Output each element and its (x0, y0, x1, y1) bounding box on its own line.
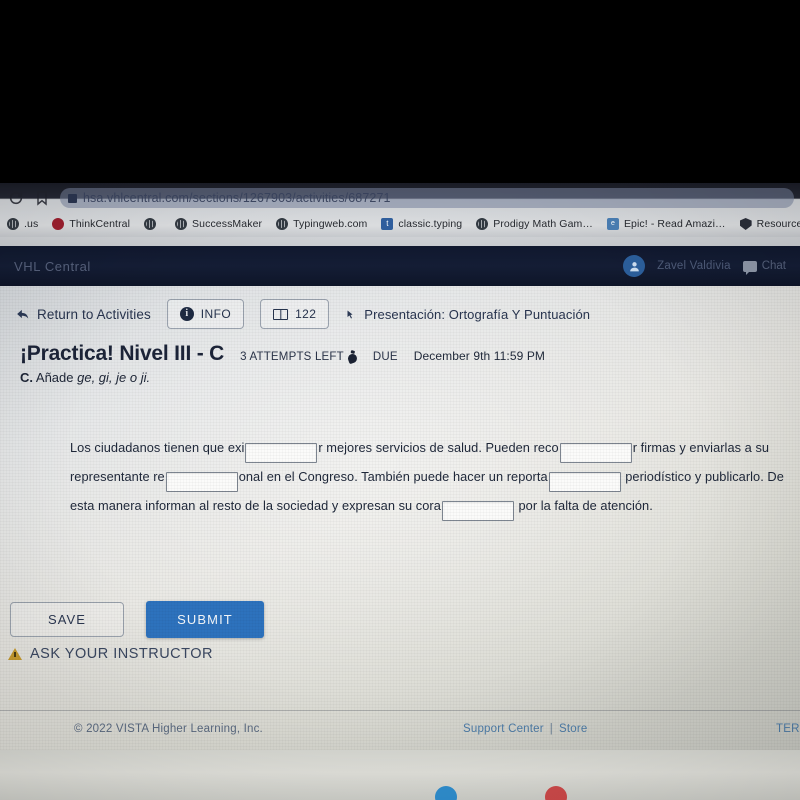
user-name[interactable]: Zavel Valdivia (657, 260, 731, 272)
instruction-text: Añade (35, 370, 74, 385)
page-content: Return to Activities i INFO 122 Presenta… (0, 286, 800, 750)
bookmark-label: Prodigy Math Gam… (493, 218, 593, 230)
chat-label: Chat (761, 260, 786, 272)
bookmark-label: SuccessMaker (192, 218, 263, 230)
bookmark-item[interactable]: Prodigy Math Gam… (469, 213, 600, 235)
footer-links: Support Center | Store (463, 723, 587, 735)
bookmark-label: ThinkCentral (69, 218, 131, 230)
address-bar[interactable]: hsa.vhlcentral.com/sections/1267903/acti… (60, 188, 794, 208)
blank-4[interactable] (548, 472, 621, 492)
red-dot-icon (52, 218, 65, 230)
reload-icon[interactable] (8, 190, 24, 206)
attempts-left-label: 3 ATTEMPTS LEFT (240, 351, 344, 363)
photographed-screen: hsa.vhlcentral.com/sections/1267903/acti… (0, 0, 800, 800)
activity-instruction: C. Añade ge, gi, je o ji. (20, 370, 150, 385)
page-title: ¡Practica! Nivel III - C (20, 342, 225, 365)
site-header: VHL Central Zavel Valdivia Chat (0, 246, 800, 286)
header-right-group: Zavel Valdivia Chat (623, 255, 786, 277)
action-buttons: SAVE SUBMIT (10, 601, 264, 638)
ask-instructor-label: ASK YOUR INSTRUCTOR (30, 646, 213, 662)
blank-2[interactable] (559, 443, 632, 463)
presentation-label: Presentación: Ortografía Y Puntuación (364, 306, 591, 322)
page-footer: © 2022 VISTA Higher Learning, Inc. Suppo… (0, 710, 800, 750)
photo-letterbox-top (0, 0, 800, 183)
exercise-text: por la falta de atención. (514, 498, 653, 513)
chat-bubble-icon (742, 260, 757, 275)
globe-icon (144, 218, 157, 230)
pointer-arrow-icon (345, 308, 357, 320)
chat-button[interactable]: Chat (742, 260, 786, 275)
shield-icon (739, 218, 752, 230)
activity-nav: Return to Activities i INFO 122 Presenta… (0, 292, 800, 336)
globe-icon (476, 218, 489, 230)
vhl-logo[interactable]: VHL Central (14, 259, 91, 274)
bookmark-label: Epic! - Read Amazi… (623, 218, 726, 230)
exercise-paragraph: Los ciudadanos tienen que exi r mejores s… (70, 434, 790, 521)
page-count-label: 122 (295, 307, 317, 321)
info-label: INFO (200, 307, 232, 321)
browser-url-row: hsa.vhlcentral.com/sections/1267903/acti… (0, 183, 800, 213)
user-avatar-icon[interactable] (623, 255, 646, 277)
epic-icon: e (606, 218, 619, 230)
globe-icon (175, 218, 188, 230)
blank-5[interactable] (441, 501, 514, 521)
presentation-link[interactable]: Presentación: Ortografía Y Puntuación (345, 307, 590, 322)
blank-3[interactable] (165, 472, 238, 492)
bookmark-item[interactable]: SuccessMaker (168, 213, 269, 235)
copyright-text: © 2022 VISTA Higher Learning, Inc. (74, 723, 263, 735)
globe-icon (7, 218, 19, 230)
bookmark-item[interactable]: .us (0, 213, 45, 235)
bookmark-item[interactable]: t classic.typing (374, 213, 469, 235)
site-info-icon (68, 193, 77, 203)
taskbar-icon-red[interactable] (545, 786, 567, 800)
instruction-prefix: C. (20, 370, 33, 385)
bookmark-item[interactable]: ThinkCentral (45, 213, 137, 235)
photo-letterbox-bottom (0, 750, 800, 800)
browser-chrome: hsa.vhlcentral.com/sections/1267903/acti… (0, 183, 800, 246)
submit-button[interactable]: SUBMIT (146, 601, 264, 638)
bookmark-item[interactable]: Typingweb.com (269, 213, 374, 235)
globe-icon (276, 218, 289, 230)
open-book-icon (273, 308, 289, 320)
blank-1[interactable] (245, 443, 318, 463)
bookmark-item[interactable] (137, 213, 168, 235)
store-link[interactable]: Store (559, 723, 588, 735)
save-button[interactable]: SAVE (10, 602, 124, 637)
page-reference-button[interactable]: 122 (260, 299, 330, 329)
url-text: hsa.vhlcentral.com/sections/1267903/acti… (83, 191, 391, 205)
bookmarks-bar: .us ThinkCentral SuccessMaker Typingweb.… (0, 211, 800, 237)
activity-title-row: ¡Practica! Nivel III - C 3 ATTEMPTS LEFT… (20, 342, 545, 366)
blue-square-icon: t (381, 218, 394, 230)
support-center-link[interactable]: Support Center (463, 723, 544, 735)
taskbar-icon-blue[interactable] (435, 786, 457, 800)
bookmark-item[interactable]: Resources for Stud… (733, 213, 800, 235)
back-arrow-icon (16, 307, 30, 321)
exercise-text: onal en el Congreso. También puede hacer… (238, 469, 548, 484)
warning-triangle-icon (8, 648, 22, 660)
bookmark-icon[interactable] (34, 190, 50, 206)
instruction-emphasis: ge, gi, je o ji. (77, 370, 151, 385)
due-label: DUE (372, 351, 398, 363)
footer-separator: | (549, 723, 553, 735)
info-button[interactable]: i INFO (166, 299, 245, 329)
info-circle-icon: i (179, 307, 194, 321)
due-date: December 9th 11:59 PM (413, 349, 546, 363)
terms-link[interactable]: TER (776, 723, 800, 735)
bookmark-label: Resources for Stud… (756, 218, 800, 230)
exercise-text: r mejores servicios de salud. Pueden rec… (318, 440, 559, 455)
bookmark-label: Typingweb.com (293, 218, 368, 230)
attempts-left-badge: 3 ATTEMPTS LEFT (240, 351, 359, 364)
return-label: Return to Activities (37, 306, 151, 322)
bookmark-item[interactable]: e Epic! - Read Amazi… (600, 213, 733, 235)
return-to-activities-link[interactable]: Return to Activities (16, 307, 151, 322)
bomb-icon (346, 352, 359, 364)
bookmark-label: classic.typing (398, 218, 463, 230)
bookmark-label: .us (24, 218, 39, 230)
ask-your-instructor-link[interactable]: ASK YOUR INSTRUCTOR (8, 646, 213, 662)
exercise-text: Los ciudadanos tienen que exi (70, 440, 245, 455)
